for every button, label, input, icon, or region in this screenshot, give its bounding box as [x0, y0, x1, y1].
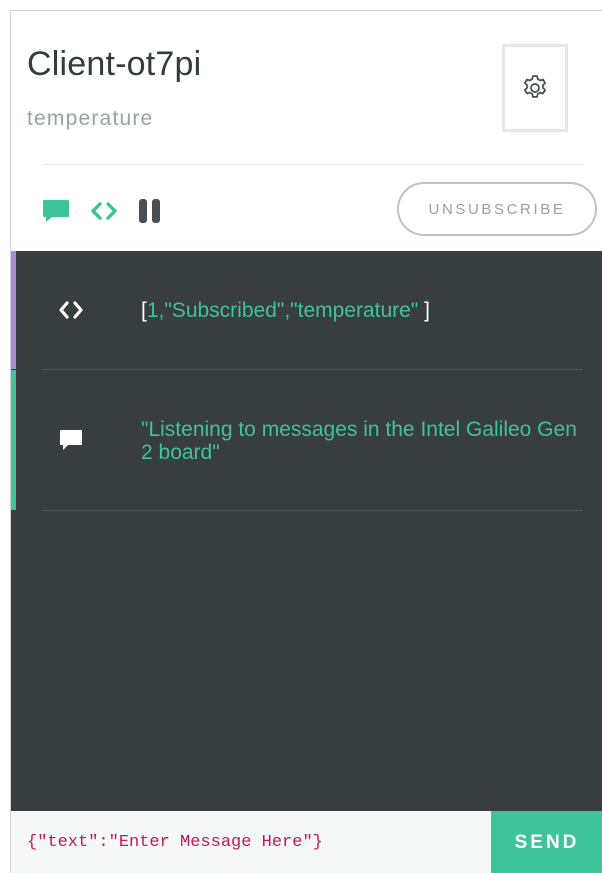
code-icon — [59, 301, 83, 319]
log-entry-payload: 1,"Subscribed","temperature" — [146, 299, 419, 322]
log-entry-message: "Listening to messages in the Intel Gali… — [11, 370, 602, 510]
header-divider — [43, 164, 583, 165]
client-panel: Client-ot7pi temperature UNSUBSCRIBE [1,… — [10, 10, 602, 873]
unsubscribe-button[interactable]: UNSUBSCRIBE — [397, 182, 597, 236]
message-composer: SEND — [11, 811, 602, 873]
client-title: Client-ot7pi — [27, 45, 202, 83]
message-icon — [60, 430, 82, 450]
entry-type-bar — [11, 370, 16, 510]
entry-type-bar — [11, 251, 16, 369]
message-input[interactable] — [11, 811, 491, 873]
pause-icon[interactable] — [137, 196, 163, 226]
code-icon[interactable] — [89, 196, 119, 226]
message-icon[interactable] — [41, 196, 71, 226]
log-entry-code: [1,"Subscribed","temperature" ] — [11, 251, 602, 369]
client-header: Client-ot7pi temperature UNSUBSCRIBE — [11, 11, 602, 251]
bracket-close: ] — [424, 299, 430, 322]
log-divider — [43, 510, 583, 511]
send-button[interactable]: SEND — [491, 811, 602, 873]
message-log: [1,"Subscribed","temperature" ] "Listeni… — [11, 251, 602, 811]
settings-button[interactable] — [502, 44, 568, 132]
topic-subtitle: temperature — [27, 107, 154, 130]
log-entry-payload: "Listening to messages in the Intel Gali… — [141, 418, 577, 464]
view-toggle-group — [41, 195, 163, 227]
gear-icon — [524, 75, 546, 98]
log-entry-text: [1,"Subscribed","temperature" ] — [141, 299, 430, 322]
